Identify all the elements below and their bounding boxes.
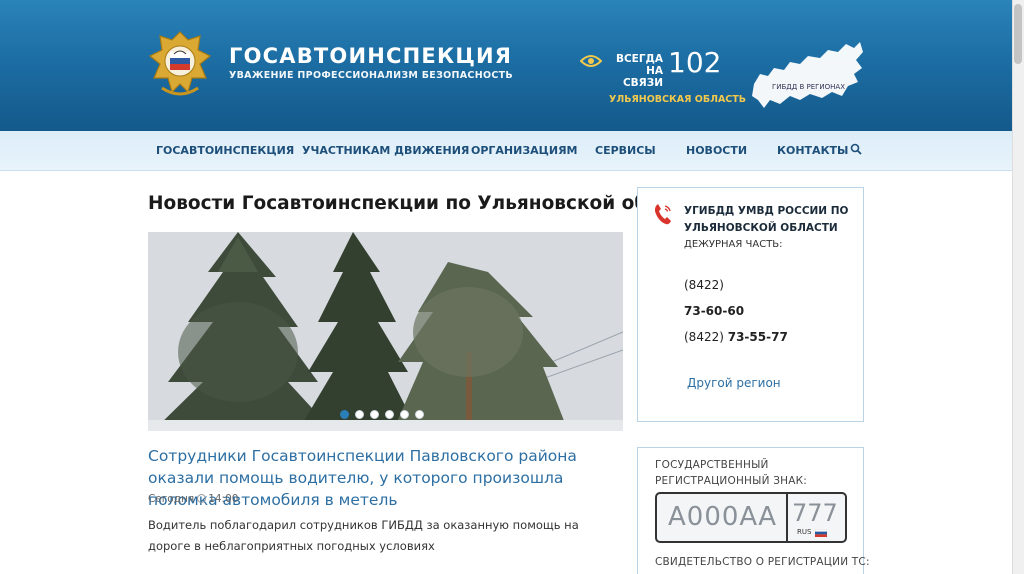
plate-country: RUS (797, 528, 812, 536)
brand-subtitle: УВАЖЕНИЕ ПРОФЕССИОНАЛИЗМ БЕЗОПАСНОСТЬ (229, 70, 513, 81)
always-online-line1: ВСЕГДА (615, 53, 663, 65)
plate-region-placeholder[interactable]: 777 (792, 499, 838, 527)
other-region-link[interactable]: Другой регион (687, 376, 781, 390)
plate-number-placeholder[interactable]: А000АА (668, 502, 777, 532)
emblem-icon[interactable] (148, 30, 212, 102)
always-online-line2: НА СВЯЗИ (622, 65, 663, 89)
slider-pagination (340, 410, 424, 419)
phone-number-1[interactable]: 73-60-60 (684, 304, 744, 318)
news-image-slider[interactable] (148, 232, 623, 431)
clock-icon (197, 494, 207, 503)
slider-dot[interactable] (370, 410, 379, 419)
page-title: Новости Госавтоинспекции по Ульяновской … (148, 193, 708, 214)
contact-org-line2: УЛЬЯНОВСКОЙ ОБЛАСТИ (684, 222, 838, 234)
nav-item-contacts[interactable]: КОНТАКТЫ (777, 144, 848, 157)
eye-icon (580, 55, 602, 67)
news-date-label: Сегодня (148, 493, 195, 505)
brand-title[interactable]: ГОСАВТОИНСПЕКЦИЯ (229, 44, 512, 68)
news-time: 14:00 (208, 493, 239, 505)
phone-number-2[interactable]: (8422) 73-55-77 (684, 330, 788, 344)
slider-dot[interactable] (385, 410, 394, 419)
scrollbar-track[interactable] (1012, 0, 1024, 574)
nav-item-news[interactable]: НОВОСТИ (686, 144, 747, 157)
slider-dot[interactable] (400, 410, 409, 419)
slider-dot[interactable] (355, 410, 364, 419)
slider-dot[interactable] (340, 410, 349, 419)
nav-item-road-users[interactable]: УЧАСТНИКАМ ДВИЖЕНИЯ (302, 144, 469, 157)
phone-icon (654, 204, 671, 225)
plate-divider (786, 494, 788, 541)
russia-flag-icon (815, 529, 827, 537)
trees-image (148, 232, 623, 431)
news-date: Сегодня 14:00 (148, 493, 238, 505)
scrollbar-thumb[interactable] (1014, 4, 1022, 64)
duty-label: ДЕЖУРНАЯ ЧАСТЬ: (684, 239, 783, 250)
certificate-label: СВИДЕТЕЛЬСТВО О РЕГИСТРАЦИИ ТС: (655, 556, 870, 568)
nav-item-gosavtoinspektsiya[interactable]: ГОСАВТОИНСПЕКЦИЯ (156, 144, 294, 157)
plate-label-line2: РЕГИСТРАЦИОННЫЙ ЗНАК: (655, 475, 808, 487)
contact-org-line1: УГИБДД УМВД РОССИИ ПО (684, 205, 849, 217)
phone-code-1: (8422) (684, 278, 724, 292)
russia-map-icon[interactable] (750, 38, 865, 112)
map-label: ГИБДД В РЕГИОНАХ (772, 83, 846, 91)
hotline-number[interactable]: 102 (668, 46, 721, 79)
region-name: УЛЬЯНОВСКАЯ ОБЛАСТЬ (609, 94, 747, 105)
news-summary: Водитель поблагодарил сотрудников ГИБДД … (148, 518, 579, 553)
nav-item-organizations[interactable]: ОРГАНИЗАЦИЯМ (471, 144, 578, 157)
search-icon[interactable] (850, 143, 862, 155)
nav-item-services[interactable]: СЕРВИСЫ (595, 144, 656, 157)
plate-label-line1: ГОСУДАРСТВЕННЫЙ (655, 459, 769, 471)
slider-dot[interactable] (415, 410, 424, 419)
